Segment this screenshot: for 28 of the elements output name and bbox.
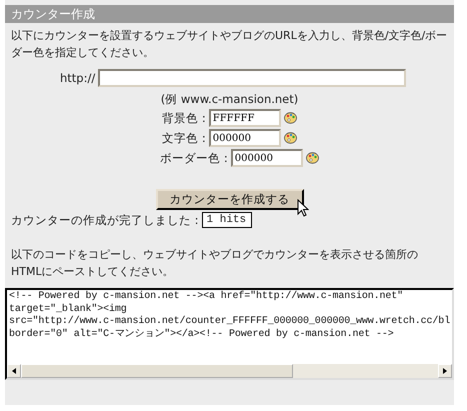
code-line: target="_blank"><img: [9, 304, 128, 316]
completion-text: カウンターの作成が完了しました :: [11, 212, 199, 228]
scroll-left-icon[interactable]: [12, 368, 16, 374]
palette-icon[interactable]: [284, 132, 297, 144]
url-field[interactable]: [98, 69, 406, 87]
code-line: src="http://www.c-mansion.net/counter_FFFFFF_000000_000000_www.wretch.cc/bl: [9, 316, 450, 328]
cursor-icon: [297, 199, 309, 217]
color-label: 背景色 :: [162, 110, 206, 126]
scrollbar-thumb[interactable]: [21, 364, 293, 378]
section-title: カウンター作成: [5, 5, 454, 23]
create-counter-button[interactable]: カウンターを作成する: [156, 189, 304, 210]
scroll-right-icon[interactable]: [443, 368, 447, 374]
color-field[interactable]: FFFFFF: [208, 109, 281, 127]
color-label: ボーダー色 :: [160, 150, 228, 166]
code-line: border="0" alt="C-マンション"></a><!-- Powered by c-mansion.net -->: [9, 328, 395, 341]
intro-text: 以下にカウンターを設置するウェブサイトやブログのURLを入力し、背景色/文字色/ボーダー色を指定してください。: [10, 28, 448, 61]
color-field[interactable]: 000000: [208, 129, 281, 147]
palette-icon[interactable]: [306, 152, 319, 164]
code-line: <!-- Powered by c-mansion.net --><a href="http://www.c-mansion.net": [9, 291, 404, 304]
horizontal-scrollbar[interactable]: [7, 364, 452, 378]
code-textarea[interactable]: [5, 288, 454, 380]
color-label: 文字色 :: [162, 130, 206, 146]
instruction-text: 以下のコードをコピーし、ウェブサイトやブログでカウンターを表示させる箇所のHTMLにペーストしてください。: [10, 247, 419, 280]
palette-icon[interactable]: [284, 112, 297, 124]
url-prefix-label: http://: [60, 71, 96, 85]
color-field[interactable]: 000000: [230, 149, 303, 167]
counter-preview: 1 hits: [202, 212, 252, 228]
example-text: (例 www.c-mansion.net): [160, 92, 298, 107]
